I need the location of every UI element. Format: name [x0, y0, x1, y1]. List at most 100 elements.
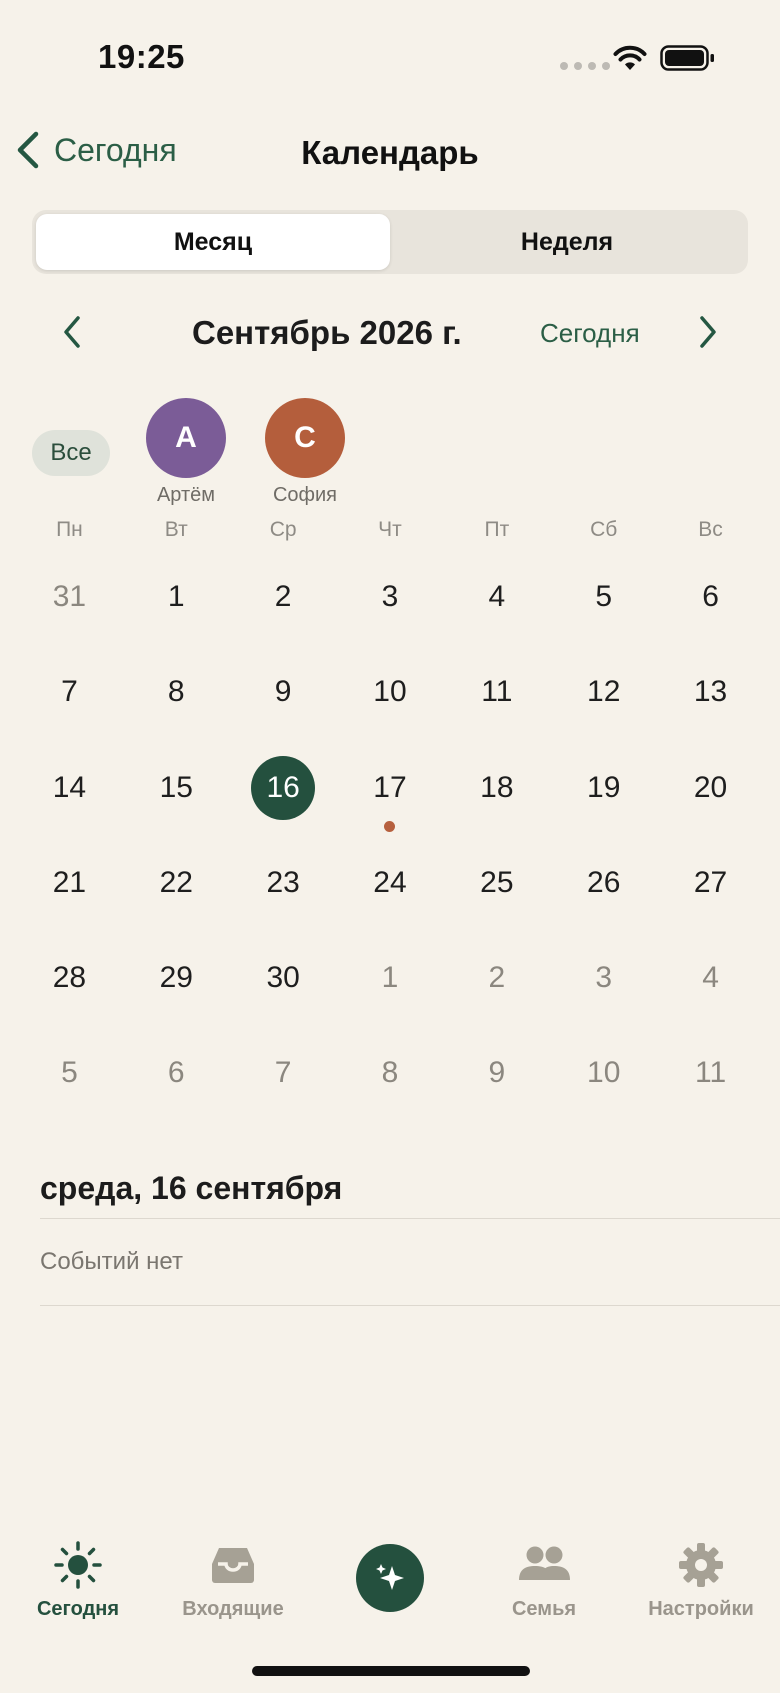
member-artem[interactable]: А Артём [131, 398, 241, 507]
calendar-day[interactable]: 1 [337, 931, 444, 1026]
segment-month[interactable]: Месяц [36, 214, 390, 270]
avatar: А [146, 398, 226, 478]
home-indicator [252, 1666, 530, 1676]
calendar-day[interactable]: 4 [443, 550, 550, 645]
calendar-day-selected[interactable]: 16 [230, 741, 337, 836]
calendar-day[interactable]: 19 [550, 741, 657, 836]
selected-day-heading: среда, 16 сентября [40, 1170, 343, 1206]
calendar-day[interactable]: 8 [123, 645, 230, 740]
calendar-day[interactable]: 2 [230, 550, 337, 645]
calendar-day[interactable]: 30 [230, 931, 337, 1026]
people-icon [519, 1546, 570, 1580]
assistant-button[interactable] [356, 1544, 424, 1612]
member-filter: Все А Артём С София [0, 398, 780, 508]
calendar-day[interactable]: 4 [657, 931, 764, 1026]
calendar-day[interactable]: 10 [337, 645, 444, 740]
empty-events-text: Событий нет [40, 1248, 183, 1275]
calendar-day[interactable]: 15 [123, 741, 230, 836]
day-number: 31 [52, 580, 87, 613]
day-number: 11 [694, 1056, 727, 1090]
day-number: 7 [274, 1056, 292, 1090]
calendar-day[interactable]: 6 [123, 1026, 230, 1121]
filter-all-chip[interactable]: Все [32, 430, 110, 476]
next-month-button[interactable] [692, 314, 722, 350]
calendar-day[interactable]: 10 [550, 1026, 657, 1121]
sun-icon [54, 1541, 102, 1589]
segment-week[interactable]: Неделя [390, 214, 744, 270]
day-number: 6 [702, 580, 719, 613]
calendar-day[interactable]: 11 [443, 645, 550, 740]
day-number: 24 [373, 865, 407, 899]
day-number: 4 [488, 580, 506, 613]
calendar-day[interactable]: 14 [16, 741, 123, 836]
day-number: 22 [159, 865, 193, 899]
calendar-day[interactable]: 11 [657, 1026, 764, 1121]
calendar-day[interactable]: 6 [657, 550, 764, 645]
calendar-day[interactable]: 7 [16, 645, 123, 740]
calendar-grid: 31 1 2 3 4 5 6 7 8 9 10 11 12 13 14 15 16 17 18 19 20 21 22 23 2… [16, 550, 764, 1122]
day-number: 3 [381, 580, 399, 613]
weekday-label: Пт [484, 518, 510, 541]
calendar-day[interactable]: 9 [443, 1026, 550, 1121]
calendar-day[interactable]: 17 [337, 741, 444, 836]
status-bar: 19:25 [0, 0, 780, 110]
calendar-day[interactable]: 1 [123, 550, 230, 645]
calendar-day[interactable]: 2 [443, 931, 550, 1026]
calendar-day[interactable]: 24 [337, 836, 444, 931]
day-number: 27 [693, 865, 728, 899]
tab-settings[interactable]: Настройки [626, 1540, 776, 1621]
weekday-label: Чт [378, 518, 402, 541]
calendar-day[interactable]: 9 [230, 645, 337, 740]
previous-month-button[interactable] [58, 314, 88, 350]
calendar-day[interactable]: 22 [123, 836, 230, 931]
wifi-icon [613, 45, 647, 70]
day-number: 12 [587, 675, 621, 709]
calendar-day[interactable]: 3 [337, 550, 444, 645]
avatar: С [265, 398, 345, 478]
tab-label: Семья [511, 1598, 577, 1620]
tab-today[interactable]: Сегодня [3, 1540, 153, 1621]
day-number: 19 [587, 770, 621, 804]
calendar-day[interactable]: 12 [550, 645, 657, 740]
calendar-day[interactable]: 28 [16, 931, 123, 1026]
day-number: 7 [61, 675, 78, 709]
day-number: 20 [693, 770, 728, 804]
sparkles-icon [376, 1564, 404, 1590]
calendar-day[interactable]: 26 [550, 836, 657, 931]
calendar-day[interactable]: 5 [16, 1026, 123, 1121]
calendar-day[interactable]: 21 [16, 836, 123, 931]
day-number: 23 [266, 865, 300, 899]
today-button[interactable]: Сегодня [540, 318, 640, 349]
tab-label: Входящие [182, 1598, 284, 1620]
calendar-day[interactable]: 18 [443, 741, 550, 836]
calendar-day[interactable]: 13 [657, 645, 764, 740]
day-number: 13 [693, 675, 728, 709]
calendar-day[interactable]: 8 [337, 1026, 444, 1121]
calendar-day[interactable]: 29 [123, 931, 230, 1026]
day-number: 28 [52, 961, 87, 995]
day-number: 29 [159, 961, 193, 995]
calendar-day[interactable]: 7 [230, 1026, 337, 1121]
day-number: 1 [381, 961, 399, 995]
day-number: 25 [480, 865, 514, 899]
view-mode-segmented-control: Месяц Неделя [32, 210, 748, 274]
weekday-label: Вт [164, 518, 188, 541]
page-title: Календарь [301, 134, 479, 171]
tab-family[interactable]: Семья [469, 1540, 619, 1621]
status-time: 19:25 [98, 38, 185, 75]
day-number: 8 [167, 675, 185, 709]
day-number: 9 [488, 1056, 506, 1090]
calendar-day[interactable]: 5 [550, 550, 657, 645]
calendar-day[interactable]: 25 [443, 836, 550, 931]
day-number: 1 [167, 580, 185, 613]
tab-inbox[interactable]: Входящие [158, 1540, 308, 1621]
calendar-day[interactable]: 3 [550, 931, 657, 1026]
calendar-day[interactable]: 31 [16, 550, 123, 645]
weekday-label: Пн [56, 518, 83, 541]
member-sofia[interactable]: С София [250, 398, 360, 507]
calendar-day[interactable]: 20 [657, 741, 764, 836]
member-name: София [272, 484, 338, 506]
calendar-day[interactable]: 23 [230, 836, 337, 931]
calendar-day[interactable]: 27 [657, 836, 764, 931]
tab-bar: Сегодня Входящие Семья Настройки [0, 1530, 780, 1640]
